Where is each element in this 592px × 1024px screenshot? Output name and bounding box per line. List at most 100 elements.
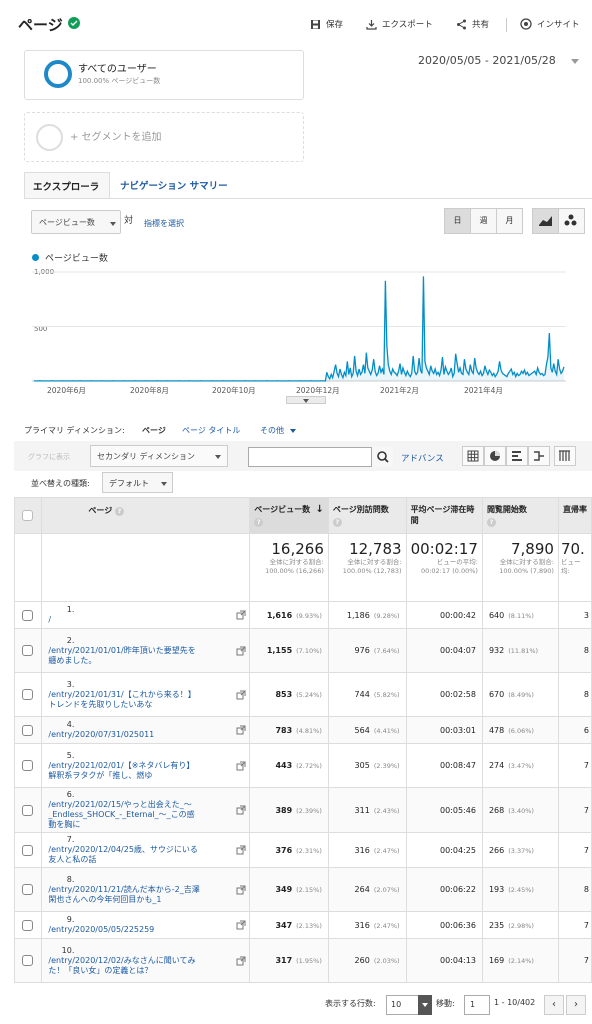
row-checkbox[interactable]	[22, 724, 33, 736]
entrances-value: 932	[488, 646, 505, 655]
row-checkbox[interactable]	[22, 804, 33, 816]
dimension-page-title[interactable]: ページ タイトル	[182, 425, 240, 436]
share-button[interactable]: 共有	[456, 18, 489, 30]
row-checkbox[interactable]	[22, 919, 33, 931]
external-link-icon[interactable]	[236, 646, 246, 656]
help-icon[interactable]: ?	[115, 507, 125, 516]
external-link-icon[interactable]	[236, 885, 246, 895]
external-link-icon[interactable]	[236, 690, 246, 700]
advanced-filter-link[interactable]: アドバンス	[401, 452, 444, 464]
page-cell: 1./	[41, 601, 251, 629]
row-checkbox[interactable]	[22, 645, 33, 656]
external-link-icon[interactable]	[236, 845, 246, 855]
day-button[interactable]: 日	[444, 208, 471, 234]
add-segment-label[interactable]: + セグメントを追加	[70, 128, 162, 143]
dimension-other[interactable]: その他	[260, 425, 296, 436]
page-link[interactable]: /entry/2020/12/02/みなさんに聞いてみた！「良い女」の定義とは？	[48, 956, 202, 976]
external-link-icon[interactable]	[236, 761, 246, 771]
table-row[interactable]: 8./entry/2020/11/21/読んだ本から-2_吉澤閑也さんへの今年何…	[13, 867, 592, 912]
chart-resize-handle[interactable]	[286, 396, 326, 404]
page-link[interactable]: /entry/2020/12/04/25歳、サウジにいる友人と私の話	[48, 845, 202, 865]
add-segment-card[interactable]	[24, 112, 304, 162]
column-header-avg-time[interactable]: 平均ページ滞在時間	[405, 497, 483, 534]
tab-explorer[interactable]: エクスプローラ	[24, 172, 110, 198]
percentage-view-button[interactable]	[484, 446, 506, 466]
column-header-bounce-rate[interactable]: 直帰率	[557, 497, 592, 534]
pageviews-cell: 783 (4.81%)	[249, 716, 329, 744]
segment-ring-icon	[44, 60, 72, 88]
performance-view-button[interactable]	[506, 446, 528, 466]
row-checkbox[interactable]	[22, 760, 33, 771]
metric-select[interactable]: ページビュー数	[31, 210, 121, 234]
help-icon[interactable]: ?	[254, 518, 264, 527]
goto-input[interactable]: 1	[464, 995, 490, 1015]
table-row[interactable]: 1./1,616 (9.93%) 1,186 (9.28%) 00:00:42 640 (8…	[13, 601, 592, 629]
select-all-checkbox[interactable]	[22, 510, 33, 521]
column-header-unique-pageviews[interactable]: ページ別訪問数?	[327, 497, 407, 534]
table-row[interactable]: 3./entry/2021/01/31/【これから来る！】トレンドを先取りしたい…	[13, 672, 592, 717]
table-row[interactable]: 7./entry/2020/12/04/25歳、サウジにいる友人と私の話 376(…	[13, 832, 592, 868]
external-link-icon[interactable]	[236, 805, 246, 815]
row-checkbox[interactable]	[22, 844, 33, 856]
row-checkbox[interactable]	[22, 884, 33, 895]
column-header-label: ページ別訪問数	[332, 505, 389, 514]
column-header-entrances[interactable]: 閲覧開始数?	[481, 497, 559, 534]
week-button[interactable]: 週	[470, 208, 497, 234]
page-link[interactable]: /entry/2020/11/21/読んだ本から-2_吉澤閑也さんへの今年何回目…	[48, 885, 202, 905]
secondary-dimension-select[interactable]: セカンダリ ディメンション	[90, 445, 228, 467]
data-view-button[interactable]	[462, 446, 484, 466]
search-button[interactable]	[371, 447, 393, 467]
row-checkbox-cell	[13, 787, 43, 833]
motion-chart-button[interactable]	[558, 208, 585, 234]
column-header-pageviews[interactable]: ページビュー数 ↓?	[249, 497, 329, 534]
prev-page-button[interactable]: ‹	[544, 995, 564, 1015]
help-icon[interactable]: ?	[332, 518, 342, 527]
table-row[interactable]: 4./entry/2020/07/31/025011 783 (4.81%) 564(…	[13, 716, 592, 744]
date-range-caret-icon[interactable]	[571, 59, 579, 64]
page-link[interactable]: /entry/2021/01/31/【これから来る！】トレンドを先取りしたいあな	[48, 690, 202, 710]
table-row[interactable]: 2./entry/2021/01/01/昨年頂いた要望先を纏めました。 1,155…	[13, 628, 592, 673]
page-link[interactable]: /entry/2020/05/05/225259	[48, 925, 202, 935]
column-header-page[interactable]: ページ ?	[41, 497, 251, 534]
row-checkbox[interactable]	[22, 609, 33, 621]
page-link[interactable]: /	[48, 615, 202, 625]
row-checkbox[interactable]	[22, 689, 33, 700]
dimension-page[interactable]: ページ	[142, 425, 166, 436]
page-link[interactable]: /entry/2021/02/15/やっと出会えた_〜_Endless_SHOC…	[48, 800, 202, 830]
select-all-cell	[13, 497, 43, 534]
page-link[interactable]: /entry/2021/01/01/昨年頂いた要望先を纏めました。	[48, 646, 202, 666]
export-button[interactable]: エクスポート	[366, 18, 433, 30]
plot-rows-button[interactable]: グラフに表示	[28, 452, 70, 462]
pageviews-percent: (2.72%)	[296, 762, 322, 770]
row-checkbox[interactable]	[22, 955, 33, 966]
sort-type-label: 並べ替えの種類:	[31, 479, 90, 488]
external-link-icon[interactable]	[236, 920, 246, 930]
x-tick-label: 2020年10月	[212, 386, 256, 395]
select-metric-link[interactable]: 指標を選択	[144, 218, 184, 229]
table-row[interactable]: 6./entry/2021/02/15/やっと出会えた_〜_Endless_SH…	[13, 787, 592, 833]
next-page-button[interactable]: ›	[566, 995, 586, 1015]
pivot-view-button[interactable]	[554, 446, 576, 466]
external-link-icon[interactable]	[236, 610, 246, 620]
insight-button[interactable]: インサイト	[520, 18, 580, 30]
save-button[interactable]: 保存	[310, 18, 343, 30]
comparison-view-button[interactable]	[528, 446, 550, 466]
table-row[interactable]: 5./entry/2021/02/01/【※ネタバレ有り】解釈系ヲタクが「推し、…	[13, 743, 592, 788]
date-range[interactable]: 2020/05/05 - 2021/05/28	[418, 54, 556, 67]
sort-type-select[interactable]: デフォルト	[102, 472, 173, 493]
help-icon[interactable]: ?	[486, 518, 496, 527]
page-link[interactable]: /entry/2020/07/31/025011	[48, 730, 202, 740]
pageviews-value: 1,155	[266, 646, 293, 655]
external-link-icon[interactable]	[236, 725, 246, 735]
month-button[interactable]: 月	[496, 208, 523, 234]
table-row[interactable]: 9./entry/2020/05/05/225259 347 (2.13%) 316(…	[13, 911, 592, 939]
line-chart-button[interactable]	[532, 208, 559, 234]
rows-per-page-dropdown[interactable]	[418, 995, 432, 1015]
page-link[interactable]: /entry/2021/02/01/【※ネタバレ有り】解釈系ヲタクが「推し、燃ゆ	[48, 761, 202, 781]
tab-navigation-summary[interactable]: ナビゲーション サマリー	[112, 172, 236, 198]
table-row[interactable]: 10./entry/2020/12/02/みなさんに聞いてみた！「良い女」の定義…	[13, 938, 592, 983]
pageviews-cell: 389 (2.39%)	[249, 787, 329, 833]
external-link-icon[interactable]	[236, 956, 246, 966]
bounce-rate-cell: 7	[557, 911, 592, 939]
total-subtext: 全体に対する割合: 100.00% (7,890)	[499, 558, 554, 575]
